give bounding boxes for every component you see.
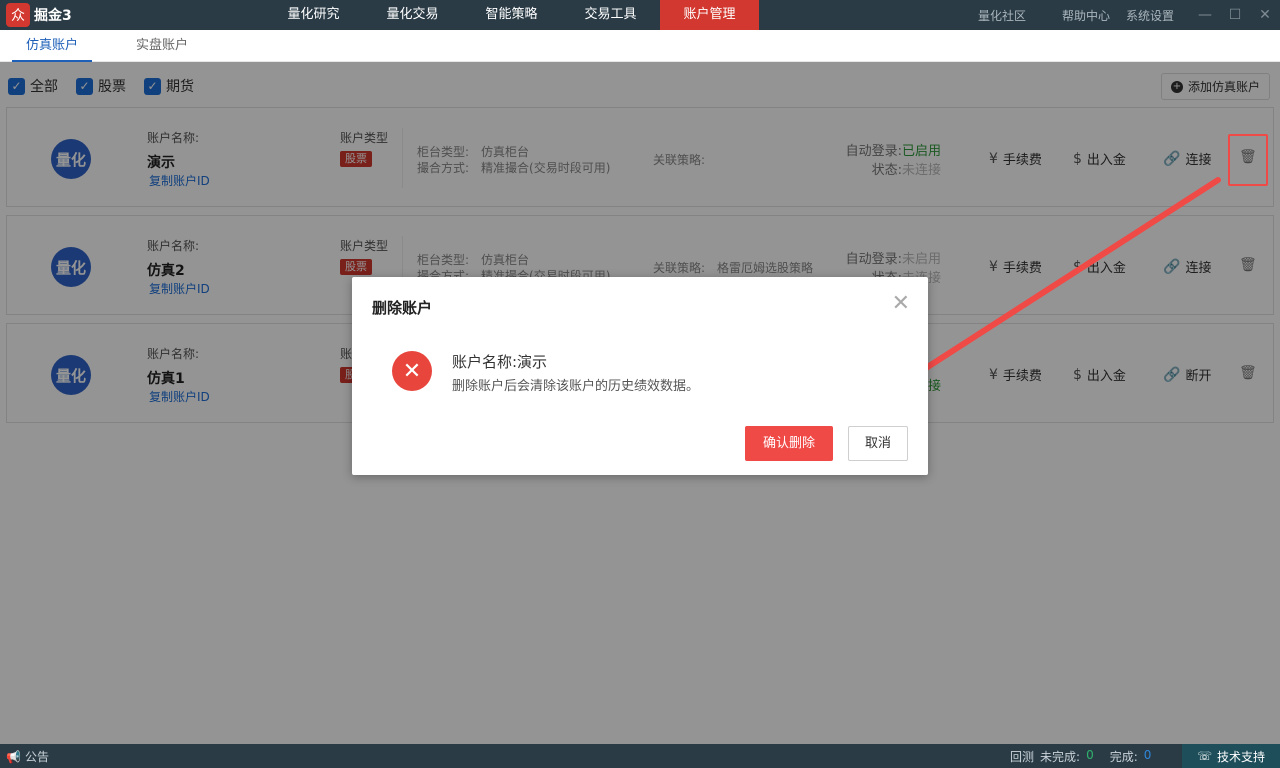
close-window-icon[interactable]: ✕ xyxy=(1250,7,1280,23)
community-link[interactable]: 量化社区 xyxy=(978,7,1026,24)
tech-support-label: 技术支持 xyxy=(1217,749,1266,764)
nav-trading-tools[interactable]: 交易工具 xyxy=(561,0,660,30)
app-title: 掘金3 xyxy=(34,8,72,24)
system-links: 量化社区 帮助中心 系统设置 — ☐ ✕ xyxy=(978,0,1280,30)
maximize-icon[interactable]: ☐ xyxy=(1220,7,1250,23)
tab-live-accounts[interactable]: 实盘账户 xyxy=(122,30,202,62)
app-logo: 众 掘金3 xyxy=(6,3,72,27)
delete-highlight-box xyxy=(1228,134,1268,186)
nav-account-management[interactable]: 账户管理 xyxy=(660,0,759,30)
delete-account-dialog: 删除账户 ✕ ✕ 账户名称:演示 删除账户后会清除该账户的历史绩效数据。 确认删… xyxy=(352,277,928,475)
settings-link[interactable]: 系统设置 xyxy=(1126,7,1174,24)
complete-label: 完成: xyxy=(1109,750,1138,764)
dialog-account-name: 账户名称:演示 xyxy=(452,353,548,371)
close-icon[interactable]: ✕ xyxy=(892,293,910,315)
notice-label: 公告 xyxy=(24,750,49,764)
account-tabs: 仿真账户 实盘账户 xyxy=(0,30,1280,62)
nav-smart-strategy[interactable]: 智能策略 xyxy=(462,0,561,30)
logo-icon: 众 xyxy=(6,3,30,27)
incomplete-label: 未完成: xyxy=(1040,750,1081,764)
nav-quant-trading[interactable]: 量化交易 xyxy=(363,0,462,30)
megaphone-icon: 📢 xyxy=(6,749,21,764)
minimize-icon[interactable]: — xyxy=(1190,7,1220,23)
backtest-stats: 回测 未完成: 0 完成: 0 xyxy=(1010,748,1161,765)
tab-sim-accounts[interactable]: 仿真账户 xyxy=(12,30,92,62)
confirm-delete-button[interactable]: 确认删除 xyxy=(745,426,833,461)
main-nav: 量化研究 量化交易 智能策略 交易工具 账户管理 xyxy=(264,0,759,30)
error-icon: ✕ xyxy=(392,351,432,391)
help-link[interactable]: 帮助中心 xyxy=(1062,7,1110,24)
status-bar: 📢 公告 回测 未完成: 0 完成: 0 ☏ 技术支持 xyxy=(0,744,1280,768)
dialog-title: 删除账户 xyxy=(372,299,433,317)
incomplete-count: 0 xyxy=(1086,748,1094,762)
notice-button[interactable]: 📢 公告 xyxy=(6,748,49,765)
title-bar: 众 掘金3 量化研究 量化交易 智能策略 交易工具 账户管理 量化社区 帮助中心… xyxy=(0,0,1280,30)
complete-count: 0 xyxy=(1143,748,1152,762)
cancel-button[interactable]: 取消 xyxy=(848,426,908,461)
tech-support-button[interactable]: ☏ 技术支持 xyxy=(1182,744,1280,768)
backtest-label: 回测 xyxy=(1010,750,1035,764)
dialog-warning-text: 删除账户后会清除该账户的历史绩效数据。 xyxy=(452,379,700,394)
headset-icon: ☏ xyxy=(1196,749,1212,763)
nav-quant-research[interactable]: 量化研究 xyxy=(264,0,363,30)
